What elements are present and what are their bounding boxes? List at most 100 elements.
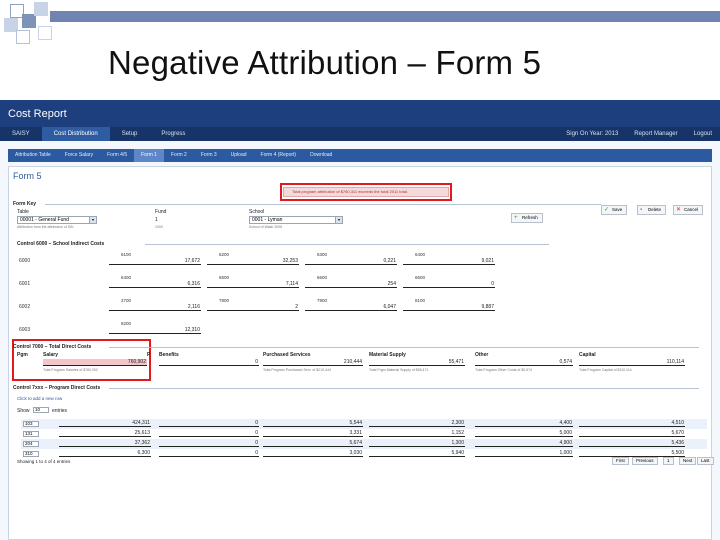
program-cost-cell[interactable]: 2,300 xyxy=(369,420,465,427)
program-cost-cell[interactable]: 4,900 xyxy=(475,440,573,447)
user-nav-item[interactable]: Logout xyxy=(686,127,720,141)
form-tab[interactable]: Form 2 xyxy=(164,149,194,162)
program-cost-cell[interactable]: 5,670 xyxy=(579,430,685,437)
program-cost-cell[interactable]: 3,030 xyxy=(263,450,363,457)
direct-cost-cell[interactable]: 0 xyxy=(159,359,259,366)
cost-cell[interactable]: 254 xyxy=(305,281,397,288)
form-tab[interactable]: Attribution Table xyxy=(8,149,58,162)
cost-cell[interactable]: 9,887 xyxy=(403,304,495,311)
school-select[interactable]: 0001 - Lyman ▾ xyxy=(249,216,343,224)
school-label: School xyxy=(249,209,265,215)
program-cost-cell[interactable]: 5,500 xyxy=(579,450,685,457)
form-tab[interactable]: Form 3 xyxy=(194,149,224,162)
cost-cell[interactable]: 7,114 xyxy=(207,281,299,288)
column-header: P xyxy=(147,352,151,358)
user-nav-item[interactable]: Report Manager xyxy=(626,127,685,141)
add-row-link[interactable]: Click to add a new row xyxy=(17,396,62,401)
nav-item[interactable]: SAISY xyxy=(0,127,42,141)
program-cost-cell[interactable]: 4,510 xyxy=(579,420,685,427)
cost-cell[interactable]: 6,047 xyxy=(305,304,397,311)
program-cost-cell[interactable]: 3,331 xyxy=(263,430,363,437)
program-cost-cell[interactable]: 5,544 xyxy=(263,420,363,427)
cancel-label: Cancel xyxy=(684,207,699,212)
form-tab[interactable]: Form 4/5 xyxy=(100,149,134,162)
pager-button[interactable]: Next xyxy=(679,457,697,465)
title-bar-decoration xyxy=(50,11,720,22)
table-select[interactable]: 00001 - General Fund ▾ xyxy=(17,216,97,224)
program-cost-cell[interactable]: 25,613 xyxy=(59,430,151,437)
program-cost-cell[interactable]: 1,152 xyxy=(369,430,465,437)
program-cost-cell[interactable]: 4,400 xyxy=(475,420,573,427)
form-tab[interactable]: Form 1 xyxy=(134,149,164,162)
program-select[interactable]: 204 xyxy=(23,441,39,447)
cost-cell[interactable]: 2 xyxy=(207,304,299,311)
column-header: Benefits xyxy=(159,352,179,358)
cost-cell[interactable]: 12,310 xyxy=(109,327,201,334)
show-label: Show xyxy=(17,408,30,414)
fund-label: Fund xyxy=(155,209,167,215)
program-cost-cell[interactable]: 6,300 xyxy=(59,450,151,457)
pager-button[interactable]: Last xyxy=(697,457,714,465)
save-button[interactable]: ✓ Save xyxy=(601,205,628,215)
app-header: Cost Report xyxy=(0,100,720,127)
program-cost-cell[interactable]: 0 xyxy=(159,420,259,427)
cell-caption: 2700 xyxy=(121,298,132,303)
form-tab[interactable]: Download xyxy=(303,149,339,162)
program-cost-cell[interactable]: 0 xyxy=(159,450,259,457)
row-code: 6003 xyxy=(19,327,31,333)
nav-item[interactable]: Progress xyxy=(149,127,197,141)
chevron-down-icon: ▾ xyxy=(335,217,342,223)
direct-cost-cell[interactable]: 210,444 xyxy=(263,359,363,366)
page-size-select[interactable]: 10 xyxy=(33,407,49,413)
direct-cost-cell[interactable]: 0,574 xyxy=(475,359,573,366)
form-tabs: Attribution Table Force Salary Form 4/5 For… xyxy=(8,149,712,162)
pager-button[interactable]: Previous xyxy=(632,457,658,465)
cost-cell[interactable]: 0 xyxy=(403,281,495,288)
total-note: Total Program Capital of $110,114 xyxy=(579,368,632,372)
total-note: Total Program Purchased Serv. of $210,44… xyxy=(263,368,331,372)
program-cost-cell[interactable]: 1,300 xyxy=(369,440,465,447)
divider xyxy=(109,388,699,389)
chevron-down-icon: ▾ xyxy=(89,217,96,223)
cell-caption: 6400 xyxy=(121,275,132,280)
program-cost-cell[interactable]: 5,000 xyxy=(475,430,573,437)
cost-cell[interactable]: 17,672 xyxy=(109,258,201,265)
form-tab[interactable]: Force Salary xyxy=(58,149,100,162)
program-cost-cell[interactable]: 5,940 xyxy=(369,450,465,457)
cost-cell[interactable]: 0,221 xyxy=(305,258,397,265)
program-cost-cell[interactable]: 1,000 xyxy=(475,450,573,457)
direct-cost-cell[interactable]: 760,902 xyxy=(43,359,147,366)
form-tab[interactable]: Upload xyxy=(224,149,254,162)
cell-caption: 6500 xyxy=(219,275,230,280)
cancel-button[interactable]: ✕ Cancel xyxy=(673,205,704,215)
cost-cell[interactable]: 9,021 xyxy=(403,258,495,265)
refresh-button[interactable]: + Refresh xyxy=(511,213,543,223)
form-tab[interactable]: Form 4 (Report) xyxy=(254,149,304,162)
delete-button[interactable]: ▪ Delete xyxy=(637,205,667,215)
nav-item[interactable]: Cost Distribution xyxy=(41,127,110,141)
program-cost-cell[interactable]: 5,436 xyxy=(579,440,685,447)
pgm-header: Pgm xyxy=(17,352,28,358)
decor-square xyxy=(16,30,30,44)
pager-button[interactable]: First xyxy=(612,457,629,465)
program-cost-cell[interactable]: 0 xyxy=(159,430,259,437)
total-note: Total Program Salaries of $760,902 xyxy=(43,368,98,372)
direct-cost-cell[interactable]: 110,114 xyxy=(579,359,685,366)
user-nav-item: Sign On Year: 2013 xyxy=(566,131,619,137)
cost-cell[interactable]: 6,316 xyxy=(109,281,201,288)
cell-caption: 8100 xyxy=(415,298,426,303)
program-cost-cell[interactable]: 5,674 xyxy=(263,440,363,447)
column-header: Material Supply xyxy=(369,352,406,358)
program-select[interactable]: 131 xyxy=(23,431,39,437)
cost-cell[interactable]: 2,116 xyxy=(109,304,201,311)
nav-item[interactable]: Setup xyxy=(110,127,150,141)
program-select[interactable]: 310 xyxy=(23,451,39,457)
direct-cost-cell[interactable]: 55,471 xyxy=(369,359,465,366)
program-cost-cell[interactable]: 424,311 xyxy=(59,420,151,427)
divider xyxy=(109,347,699,348)
program-cost-cell[interactable]: 37,362 xyxy=(59,440,151,447)
pager-button[interactable]: 1 xyxy=(663,457,674,465)
program-select[interactable]: 103 xyxy=(23,421,39,427)
cost-cell[interactable]: 32,253 xyxy=(207,258,299,265)
program-cost-cell[interactable]: 0 xyxy=(159,440,259,447)
